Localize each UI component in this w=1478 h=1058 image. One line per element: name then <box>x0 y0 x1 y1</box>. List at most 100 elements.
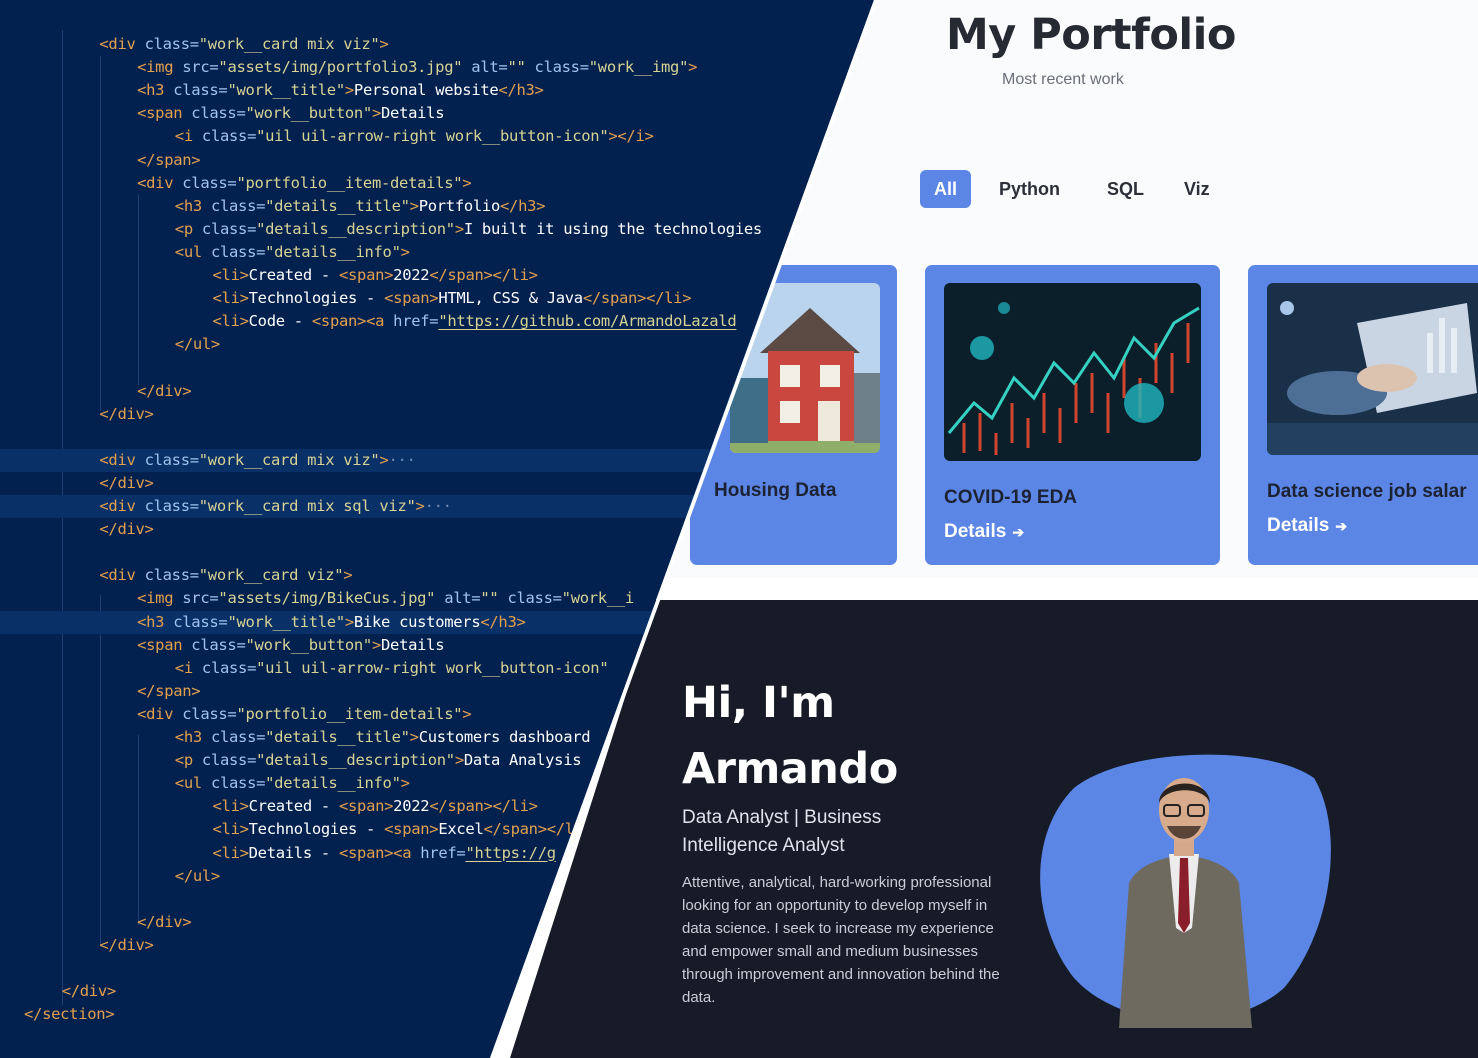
code-token: <div <box>99 497 145 515</box>
code-token: class= <box>210 196 266 215</box>
code-token: class= <box>173 81 228 100</box>
code-text: <li>Technologies - <span>HTML, CSS & Jav… <box>213 287 692 310</box>
code-token: </div> <box>99 520 154 539</box>
code-line: </span> <box>0 149 874 172</box>
code-token: <img <box>137 589 183 608</box>
details-button[interactable]: Details ➔ <box>944 521 1024 543</box>
code-text: <li>Code - <span><a href="https://github… <box>213 310 737 333</box>
code-token: <li> <box>212 843 249 862</box>
code-text: <li>Technologies - <span>Excel</span></l… <box>213 818 593 841</box>
code-token: alt= <box>462 58 508 77</box>
code-token: "details__title" <box>265 728 410 746</box>
code-token: Customers dashboard <box>418 728 591 746</box>
code-token: "portfolio__item-details" <box>236 704 463 723</box>
work-title: COVID-19 EDA <box>944 487 1078 508</box>
code-token: "assets/img/BikeCus.jpg" <box>218 589 436 608</box>
code-token: <span><a <box>311 312 394 331</box>
code-token: I built it using the technologies <box>463 219 762 238</box>
code-text: <div class="work__card mix sql viz">··· <box>99 495 452 518</box>
code-token: HTML, CSS & Java <box>438 289 583 308</box>
code-token: </section> <box>24 1005 115 1024</box>
code-line: <li>Created - <span>2022</span></li> <box>0 264 874 287</box>
code-token: "work__button" <box>245 635 373 654</box>
code-token: Details - <box>248 843 339 862</box>
code-token: class= <box>191 104 246 123</box>
code-token: <span <box>137 104 192 123</box>
details-button[interactable]: Details ➔ <box>1267 515 1347 537</box>
code-token: </div> <box>99 473 154 492</box>
code-line: <h3 class="work__title">Personal website… <box>0 79 874 102</box>
code-token: class= <box>144 566 200 585</box>
code-token: </h3> <box>480 612 526 631</box>
code-token: "work__card mix sql viz" <box>198 497 416 515</box>
code-text: <h3 class="work__title">Bike customers</… <box>137 611 526 634</box>
code-token: </div> <box>137 381 192 400</box>
code-text: <li>Details - <span><a href="https://g <box>212 842 557 865</box>
code-token: > <box>344 612 354 631</box>
code-token: Created - <box>248 797 339 816</box>
code-token: class= <box>191 635 246 654</box>
filter-sql[interactable]: SQL <box>1093 170 1158 208</box>
code-text: <i class="uil uil-arrow-right work__butt… <box>175 657 609 680</box>
code-token: "details__info" <box>265 242 401 261</box>
code-text: <h3 class="details__title">Portfolio</h3… <box>174 195 546 218</box>
code-text: <h3 class="details__title">Customers das… <box>175 726 591 749</box>
code-token: <li> <box>212 312 249 331</box>
details-label: Details <box>1267 515 1330 536</box>
code-token: src= <box>182 58 219 77</box>
code-token: <h3 <box>137 612 174 631</box>
code-token: > <box>454 751 464 770</box>
code-text: </span> <box>137 149 201 172</box>
code-token: <i <box>174 658 202 677</box>
code-token: "details__title" <box>265 196 410 215</box>
hero-name: Armando <box>682 744 898 794</box>
code-token: class= <box>182 704 237 723</box>
code-token: Data Analysis <box>463 751 582 770</box>
code-token: > <box>379 35 389 53</box>
code-token: "details__description" <box>256 751 455 770</box>
covid-chart-image <box>944 283 1201 461</box>
portfolio-subtitle: Most recent work <box>1002 71 1124 88</box>
code-text: <i class="uil uil-arrow-right work__butt… <box>175 125 654 148</box>
code-token: "details__info" <box>265 774 401 793</box>
code-text: <ul class="details__info"> <box>175 241 410 264</box>
code-token: Excel <box>438 820 484 839</box>
code-token: "https://github.com/ArmandoLazald <box>438 312 737 331</box>
work-title: Housing Data <box>714 480 837 501</box>
work-card-covid[interactable]: COVID-19 EDA Details ➔ <box>925 265 1220 565</box>
code-token: class= <box>525 58 590 77</box>
code-token: class= <box>182 173 237 192</box>
code-token: class= <box>210 242 266 261</box>
code-token: <div <box>99 35 145 53</box>
filter-all[interactable]: All <box>920 170 972 208</box>
code-token: Created - <box>248 266 339 284</box>
code-token: class= <box>210 728 266 746</box>
code-text: <h3 class="work__title">Personal website… <box>137 79 544 102</box>
code-token: "work__card viz" <box>198 566 344 585</box>
code-token: <h3 <box>174 196 211 215</box>
code-text: </div> <box>99 518 154 541</box>
code-token: </span></li> <box>429 266 538 284</box>
code-text: </ul> <box>175 865 220 888</box>
filter-python[interactable]: Python <box>985 170 1074 208</box>
code-token: > <box>400 242 410 261</box>
arrow-right-icon: ➔ <box>1335 518 1348 534</box>
code-token: <ul <box>174 242 211 261</box>
code-token: 2022 <box>393 266 430 284</box>
code-text: <span class="work__button">Details <box>137 102 444 125</box>
code-token: > <box>409 196 419 215</box>
filter-viz[interactable]: Viz <box>1170 170 1224 208</box>
code-token: Details <box>381 635 445 654</box>
code-text: </section> <box>24 1003 115 1026</box>
code-token: </span></li> <box>582 289 692 308</box>
code-token: <p <box>174 751 202 770</box>
code-token: </div> <box>61 982 117 1001</box>
code-token: "work__title" <box>227 612 345 631</box>
code-text: <div class="work__card mix viz">··· <box>99 449 415 472</box>
work-card-data-science[interactable]: Data science job salar Details ➔ <box>1248 265 1478 565</box>
code-token: > <box>400 774 410 793</box>
code-token: Details <box>381 104 445 123</box>
code-token: class= <box>144 450 200 469</box>
code-token: "details__description" <box>256 219 455 238</box>
code-text: <li>Created - <span>2022</span></li> <box>213 264 539 287</box>
